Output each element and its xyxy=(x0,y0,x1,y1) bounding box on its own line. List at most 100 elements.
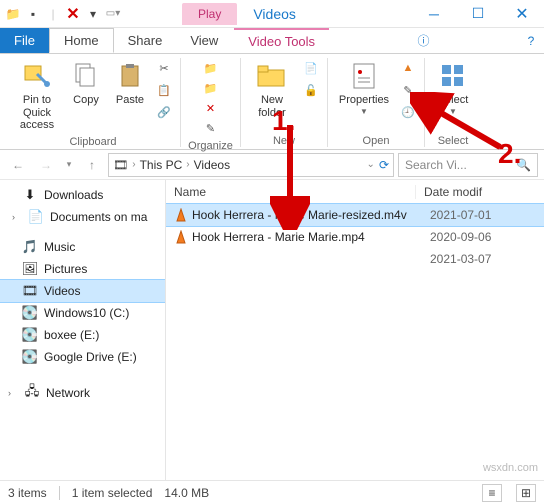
recent-dropdown[interactable]: ▾ xyxy=(62,153,76,177)
back-button[interactable]: ← xyxy=(6,153,30,177)
pictures-icon: 🖼 xyxy=(22,261,38,277)
easy-access-icon[interactable]: 🔓 xyxy=(301,80,321,100)
copy-path-icon[interactable]: 📋 xyxy=(154,80,174,100)
divider: | xyxy=(44,5,62,23)
open-icon[interactable]: ▲ xyxy=(398,58,418,78)
search-placeholder: Search Vi... xyxy=(405,158,467,172)
ribbon-collapse-icon[interactable]: ⓘ xyxy=(411,28,437,53)
file-row[interactable]: 2021-03-07 xyxy=(166,248,544,270)
expand-icon[interactable]: › xyxy=(8,388,18,398)
copy-button[interactable]: Copy xyxy=(66,58,106,109)
music-icon: 🎵 xyxy=(22,239,38,255)
new-item-icon[interactable]: 📄 xyxy=(301,58,321,78)
maximize-button[interactable]: ☐ xyxy=(456,0,500,28)
open-group-label: Open xyxy=(363,135,390,147)
cut-icon[interactable]: ✂ xyxy=(154,58,174,78)
refresh-icon[interactable]: ⟳ xyxy=(379,158,389,172)
file-row[interactable]: Hook Herrera - Marie Marie.mp4 2020-09-0… xyxy=(166,226,544,248)
paste-button[interactable]: Paste xyxy=(110,58,150,109)
address-dropdown-icon[interactable]: ⌄ xyxy=(367,159,375,170)
properties-icon xyxy=(348,60,380,92)
paste-shortcut-icon[interactable]: 🔗 xyxy=(154,102,174,122)
navigation-pane[interactable]: ⬇Downloads ›📄Documents on ma 🎵Music 🖼Pic… xyxy=(0,180,166,480)
breadcrumb-this-pc[interactable]: This PC xyxy=(140,158,183,172)
pin-quick-access-button[interactable]: Pin to Quick access xyxy=(12,58,62,134)
qat-dropdown-icon[interactable]: ▾ xyxy=(84,5,102,23)
drive-c-icon: 💽 xyxy=(22,305,38,321)
nav-windows10[interactable]: 💽Windows10 (C:) xyxy=(0,302,165,324)
qat-extra-icon[interactable]: ▭▾ xyxy=(104,5,122,23)
clipboard-group-label: Clipboard xyxy=(69,136,116,148)
file-list-pane[interactable]: Name Date modif Hook Herrera - Marie Mar… xyxy=(166,180,544,480)
chevron-right-icon[interactable]: › xyxy=(186,159,189,170)
title-bar: 📁 ▪ | ✕ ▾ ▭▾ Play Videos ─ ☐ ✕ xyxy=(0,0,544,28)
column-header-name[interactable]: Name xyxy=(166,185,416,199)
nav-videos[interactable]: 🎞Videos xyxy=(0,280,165,302)
status-item-count: 3 items xyxy=(8,486,47,500)
status-selection: 1 item selected xyxy=(72,486,153,500)
properties-label: Properties xyxy=(339,94,389,107)
network-icon: 🖧 xyxy=(24,385,40,401)
breadcrumb-videos[interactable]: Videos xyxy=(194,158,230,172)
rename-icon[interactable]: ✎ xyxy=(201,118,221,138)
pin-icon xyxy=(21,60,53,92)
window-title: Videos xyxy=(237,2,312,26)
column-headers[interactable]: Name Date modif xyxy=(166,180,544,204)
status-bar: 3 items 1 item selected 14.0 MB ≡ ⊞ xyxy=(0,480,544,504)
tab-home[interactable]: Home xyxy=(49,28,114,53)
view-details-button[interactable]: ≡ xyxy=(482,484,502,502)
file-name: Hook Herrera - Marie Marie.mp4 xyxy=(190,230,422,244)
nav-documents[interactable]: ›📄Documents on ma xyxy=(0,206,165,228)
file-date: 2020-09-06 xyxy=(422,230,491,244)
history-icon[interactable]: 🕘 xyxy=(398,102,418,122)
file-date: 2021-07-01 xyxy=(422,208,491,222)
column-header-date[interactable]: Date modif xyxy=(416,185,544,199)
delete-icon[interactable]: ✕ xyxy=(201,98,221,118)
tab-view[interactable]: View xyxy=(176,28,232,53)
close-red-icon[interactable]: ✕ xyxy=(64,5,82,23)
search-icon[interactable]: 🔍 xyxy=(516,158,531,172)
address-bar[interactable]: 🎞 › This PC › Videos ⌄ ⟳ xyxy=(108,153,394,177)
forward-button[interactable]: → xyxy=(34,153,58,177)
move-to-icon[interactable]: 📁 xyxy=(201,58,221,78)
search-box[interactable]: Search Vi... 🔍 xyxy=(398,153,538,177)
paste-label: Paste xyxy=(116,94,144,107)
content-area: ⬇Downloads ›📄Documents on ma 🎵Music 🖼Pic… xyxy=(0,180,544,480)
nav-pictures[interactable]: 🖼Pictures xyxy=(0,258,165,280)
documents-icon: 📄 xyxy=(28,209,44,225)
nav-network[interactable]: ›🖧Network xyxy=(0,382,165,404)
organize-group-label: Organize xyxy=(188,140,233,152)
vlc-file-icon xyxy=(172,208,190,222)
nav-googledrive[interactable]: 💽Google Drive (E:) xyxy=(0,346,165,368)
drive-google-icon: 💽 xyxy=(22,349,38,365)
help-icon[interactable]: ? xyxy=(518,28,544,53)
copy-label: Copy xyxy=(73,94,99,107)
new-folder-button[interactable]: New folder xyxy=(247,58,297,121)
view-large-button[interactable]: ⊞ xyxy=(516,484,536,502)
tab-share[interactable]: Share xyxy=(114,28,177,53)
new-folder-label: New folder xyxy=(247,94,297,119)
ribbon: Pin to Quick access Copy Paste ✂ 📋 🔗 Cli… xyxy=(0,54,544,150)
minimize-button[interactable]: ─ xyxy=(412,0,456,28)
chevron-right-icon[interactable]: › xyxy=(132,159,135,170)
close-window-button[interactable]: ✕ xyxy=(500,0,544,28)
menu-bar: File Home Share View Video Tools ⓘ ? xyxy=(0,28,544,54)
select-button[interactable]: Select ▼ xyxy=(431,58,475,118)
edit-icon[interactable]: ✎ xyxy=(398,80,418,100)
copy-to-icon[interactable]: 📁 xyxy=(201,78,221,98)
nav-music[interactable]: 🎵Music xyxy=(0,236,165,258)
context-tab-play[interactable]: Play xyxy=(182,3,237,25)
up-button[interactable]: ↑ xyxy=(80,153,104,177)
tab-video-tools[interactable]: Video Tools xyxy=(234,28,329,53)
file-menu[interactable]: File xyxy=(0,28,49,53)
new-group-label: New xyxy=(273,135,295,147)
properties-button[interactable]: Properties ▼ xyxy=(334,58,394,118)
nav-boxee[interactable]: 💽boxee (E:) xyxy=(0,324,165,346)
downloads-icon: ⬇ xyxy=(22,187,38,203)
nav-downloads[interactable]: ⬇Downloads xyxy=(0,184,165,206)
file-row[interactable]: Hook Herrera - Marie Marie-resized.m4v 2… xyxy=(166,204,544,226)
file-name: Hook Herrera - Marie Marie-resized.m4v xyxy=(190,208,422,222)
save-icon[interactable]: ▪ xyxy=(24,5,42,23)
videos-folder-icon: 🎞 xyxy=(113,158,128,172)
expand-icon[interactable]: › xyxy=(12,212,22,222)
